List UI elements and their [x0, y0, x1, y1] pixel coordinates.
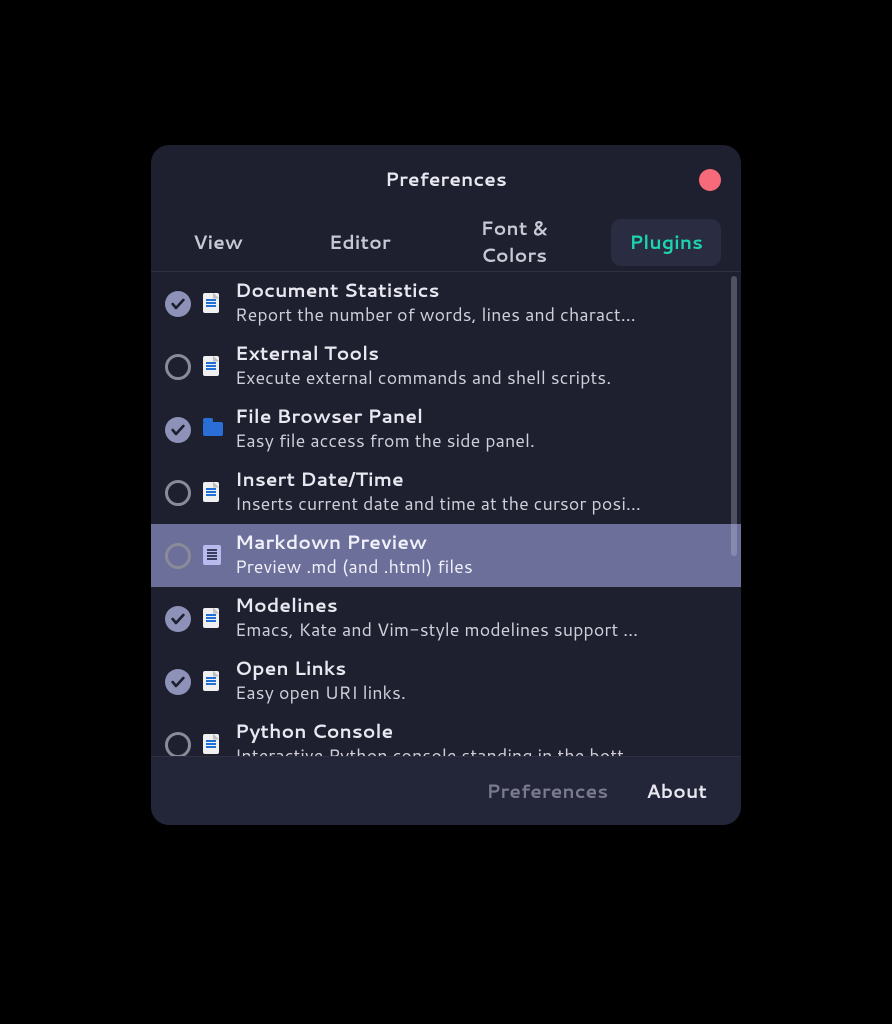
about-button[interactable]: About — [646, 778, 707, 805]
plugin-row[interactable]: Open LinksEasy open URI links. — [151, 650, 741, 713]
plugin-description: Easy file access from the side panel. — [235, 429, 727, 452]
scrollbar-thumb[interactable] — [731, 276, 737, 556]
plugin-text: Markdown PreviewPreview .md (and .html) … — [235, 532, 727, 578]
file-icon — [203, 482, 223, 504]
plugin-title: Python Console — [235, 721, 727, 744]
plugin-title: Insert Date/Time — [235, 469, 727, 492]
plugin-description: Interactive Python console standing in t… — [235, 744, 727, 757]
file-icon — [203, 734, 223, 756]
plugin-text: Python ConsoleInteractive Python console… — [235, 721, 727, 757]
checkbox-checked-icon[interactable] — [165, 417, 191, 443]
plugin-preferences-button[interactable]: Preferences — [487, 778, 609, 805]
plugin-text: External ToolsExecute external commands … — [235, 343, 727, 389]
plugin-description: Inserts current date and time at the cur… — [235, 492, 727, 515]
plugin-text: Open LinksEasy open URI links. — [235, 658, 727, 704]
plugin-text: Insert Date/TimeInserts current date and… — [235, 469, 727, 515]
plugin-title: Modelines — [235, 595, 727, 618]
titlebar: Preferences — [151, 145, 741, 213]
plugin-title: Document Statistics — [235, 280, 727, 303]
plugin-row[interactable]: External ToolsExecute external commands … — [151, 335, 741, 398]
plugin-description: Report the number of words, lines and ch… — [235, 303, 727, 326]
checkbox-unchecked-icon[interactable] — [165, 543, 191, 569]
plugin-row[interactable]: Python ConsoleInteractive Python console… — [151, 713, 741, 757]
plugin-title: File Browser Panel — [235, 406, 727, 429]
plugin-description: Easy open URI links. — [235, 681, 727, 704]
close-icon[interactable] — [699, 169, 721, 191]
plugin-text: File Browser PanelEasy file access from … — [235, 406, 727, 452]
plugin-row[interactable]: Insert Date/TimeInserts current date and… — [151, 461, 741, 524]
md-icon — [203, 545, 223, 567]
plugin-description: Emacs, Kate and Vim-style modelines supp… — [235, 618, 727, 641]
plugin-row[interactable]: ModelinesEmacs, Kate and Vim-style model… — [151, 587, 741, 650]
file-icon — [203, 671, 223, 693]
plugin-description: Preview .md (and .html) files — [235, 555, 727, 578]
file-icon — [203, 608, 223, 630]
checkbox-checked-icon[interactable] — [165, 291, 191, 317]
window-title: Preferences — [385, 166, 507, 193]
folder-icon — [203, 419, 223, 441]
tab-editor[interactable]: Editor — [311, 219, 409, 266]
tab-plugins[interactable]: Plugins — [611, 219, 721, 266]
plugin-description: Execute external commands and shell scri… — [235, 366, 727, 389]
checkbox-checked-icon[interactable] — [165, 606, 191, 632]
file-icon — [203, 356, 223, 378]
plugin-title: Open Links — [235, 658, 727, 681]
checkbox-unchecked-icon[interactable] — [165, 480, 191, 506]
plugin-row[interactable]: Markdown PreviewPreview .md (and .html) … — [151, 524, 741, 587]
tab-view[interactable]: View — [175, 219, 261, 266]
plugin-text: Document StatisticsReport the number of … — [235, 280, 727, 326]
file-icon — [203, 293, 223, 315]
checkbox-checked-icon[interactable] — [165, 669, 191, 695]
plugin-list[interactable]: Document StatisticsReport the number of … — [151, 271, 741, 757]
plugin-row[interactable]: Document StatisticsReport the number of … — [151, 272, 741, 335]
plugin-title: Markdown Preview — [235, 532, 727, 555]
plugin-title: External Tools — [235, 343, 727, 366]
checkbox-unchecked-icon[interactable] — [165, 732, 191, 758]
plugin-text: ModelinesEmacs, Kate and Vim-style model… — [235, 595, 727, 641]
preferences-window: Preferences View Editor Font & Colors Pl… — [151, 145, 741, 825]
footer-bar: Preferences About — [151, 757, 741, 825]
checkbox-unchecked-icon[interactable] — [165, 354, 191, 380]
tab-font-colors[interactable]: Font & Colors — [455, 205, 574, 279]
plugin-row[interactable]: File Browser PanelEasy file access from … — [151, 398, 741, 461]
tab-bar: View Editor Font & Colors Plugins — [151, 213, 741, 271]
